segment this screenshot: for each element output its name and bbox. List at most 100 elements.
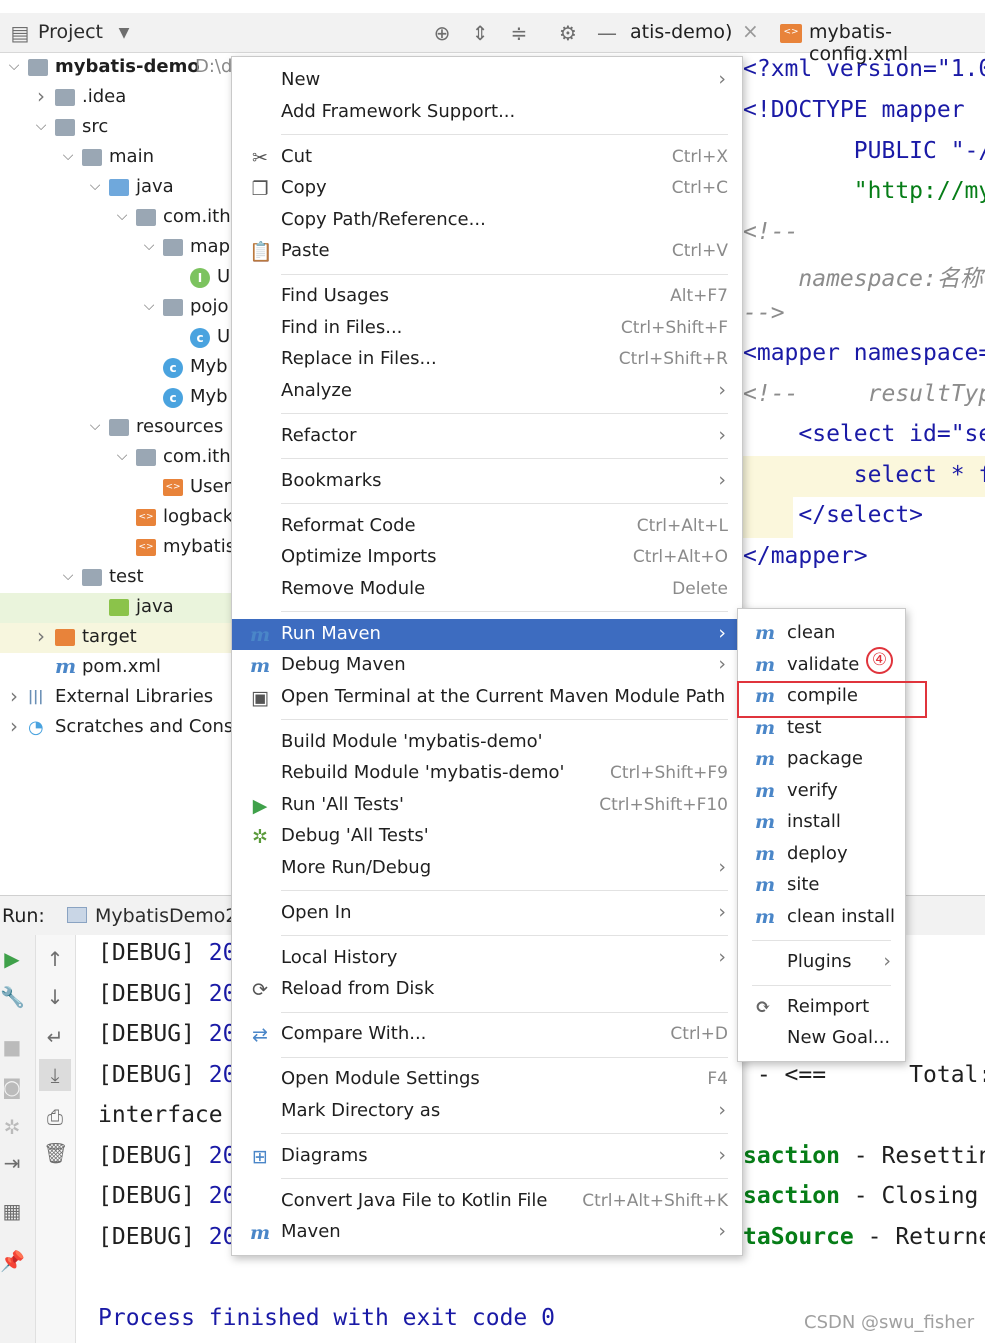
menu-item-new[interactable]: New › xyxy=(232,65,742,96)
maven-goal-verify[interactable]: m verify xyxy=(738,776,905,807)
close-icon[interactable]: × xyxy=(742,19,759,43)
arrow-down-icon[interactable]: ↓ xyxy=(43,985,67,1009)
menu-item-diagrams[interactable]: ⊞ Diagrams › xyxy=(232,1141,742,1172)
maven-goal-new-goal[interactable]: New Goal... xyxy=(738,1023,905,1054)
stop-icon[interactable]: ■ xyxy=(0,1035,24,1059)
gear-icon[interactable]: ⚙ xyxy=(556,21,580,45)
menu-item-compare-with[interactable]: ⇄ Compare With... Ctrl+D xyxy=(232,1019,742,1050)
tree-item[interactable]: ⌵ com.ithe xyxy=(0,203,232,233)
menu-item-analyze[interactable]: Analyze › xyxy=(232,376,742,407)
tree-item[interactable]: › .idea xyxy=(0,83,232,113)
menu-item-debug-all-tests[interactable]: ✲ Debug 'All Tests' xyxy=(232,821,742,852)
chevron-down-icon[interactable]: ⌵ xyxy=(87,418,103,434)
tree-item[interactable]: <> logback xyxy=(0,503,232,533)
maven-goal-package[interactable]: m package xyxy=(738,744,905,775)
menu-item-mark-directory-as[interactable]: Mark Directory as › xyxy=(232,1096,742,1127)
soft-wrap-icon[interactable]: ↵ xyxy=(43,1025,67,1049)
tree-item[interactable]: ⌵ java xyxy=(0,173,232,203)
menu-item-find-usages[interactable]: Find Usages Alt+F7 xyxy=(232,281,742,312)
tree-item[interactable]: IU xyxy=(0,263,232,293)
menu-item-refactor[interactable]: Refactor › xyxy=(232,421,742,452)
trash-icon[interactable]: 🗑 xyxy=(43,1141,68,1165)
menu-item-optimize-imports[interactable]: Optimize Imports Ctrl+Alt+O xyxy=(232,542,742,573)
tree-item[interactable]: ⌵ mybatis-demo D:\d xyxy=(0,53,232,83)
tree-item[interactable]: › target xyxy=(0,623,232,653)
maven-goal-deploy[interactable]: m deploy xyxy=(738,839,905,870)
menu-item-open-terminal-at-the-current-maven-module-path[interactable]: ▣ Open Terminal at the Current Maven Modu… xyxy=(232,682,742,713)
tree-item[interactable]: java xyxy=(0,593,232,623)
chevron-right-icon[interactable]: › xyxy=(33,84,49,108)
tree-item[interactable]: ⌵ com.ithe xyxy=(0,443,232,473)
tree-item[interactable]: c Myb xyxy=(0,353,232,383)
chevron-down-icon[interactable]: ⌵ xyxy=(114,448,130,464)
camera-icon[interactable]: ◙ xyxy=(0,1075,24,1099)
scroll-to-end-icon[interactable]: ⤓ xyxy=(39,1059,71,1091)
maven-goal-install[interactable]: m install xyxy=(738,807,905,838)
menu-item-replace-in-files[interactable]: Replace in Files... Ctrl+Shift+R xyxy=(232,344,742,375)
layout-icon[interactable]: ▦ xyxy=(0,1199,24,1223)
editor-tab-0[interactable]: atis-demo) xyxy=(630,21,732,43)
menu-item-open-module-settings[interactable]: Open Module Settings F4 xyxy=(232,1064,742,1095)
menu-item-cut[interactable]: ✂ Cut Ctrl+X xyxy=(232,142,742,173)
tree-item[interactable]: c Myb xyxy=(0,383,232,413)
run-tab[interactable]: MybatisDemo2 xyxy=(95,905,238,927)
hide-icon[interactable]: — xyxy=(595,21,619,45)
collapse-all-icon[interactable]: ≑ xyxy=(507,21,531,45)
chevron-down-icon[interactable]: ⌵ xyxy=(141,298,157,314)
menu-item-local-history[interactable]: Local History › xyxy=(232,943,742,974)
wrench-icon[interactable]: 🔧 xyxy=(0,985,25,1009)
tree-item[interactable]: <> mybatis xyxy=(0,533,232,563)
menu-item-maven[interactable]: m Maven › xyxy=(232,1217,742,1248)
expand-all-icon[interactable]: ⇕ xyxy=(468,21,492,45)
chevron-down-icon[interactable]: ⌵ xyxy=(114,208,130,224)
chevron-right-icon[interactable]: › xyxy=(6,684,22,708)
menu-item-find-in-files[interactable]: Find in Files... Ctrl+Shift+F xyxy=(232,313,742,344)
tree-item[interactable]: › ||| External Libraries xyxy=(0,683,232,713)
chevron-down-icon[interactable]: ⌵ xyxy=(141,238,157,254)
tree-item[interactable]: cU xyxy=(0,323,232,353)
tree-item[interactable]: › ◔ Scratches and Conso xyxy=(0,713,232,743)
menu-item-copy[interactable]: ❐ Copy Ctrl+C xyxy=(232,173,742,204)
menu-item-bookmarks[interactable]: Bookmarks › xyxy=(232,466,742,497)
menu-item-rebuild-module-mybatis-demo[interactable]: Rebuild Module 'mybatis-demo' Ctrl+Shift+… xyxy=(232,758,742,789)
menu-item-copy-path-reference[interactable]: Copy Path/Reference... xyxy=(232,205,742,236)
chevron-down-icon[interactable]: ⌵ xyxy=(87,178,103,194)
tree-item[interactable]: ⌵ main xyxy=(0,143,232,173)
menu-item-add-framework-support[interactable]: Add Framework Support... xyxy=(232,97,742,128)
maven-goal-clean-install[interactable]: m clean install xyxy=(738,902,905,933)
maven-goal-clean[interactable]: m clean xyxy=(738,618,905,649)
locate-icon[interactable]: ⊕ xyxy=(430,21,454,45)
menu-item-debug-maven[interactable]: m Debug Maven › xyxy=(232,650,742,681)
chevron-right-icon[interactable]: › xyxy=(33,624,49,648)
maven-goal-site[interactable]: m site xyxy=(738,870,905,901)
tree-item[interactable]: ⌵ test xyxy=(0,563,232,593)
tree-item[interactable]: ⌵ map xyxy=(0,233,232,263)
tree-item[interactable]: m pom.xml xyxy=(0,653,232,683)
menu-item-convert-java-file-to-kotlin-file[interactable]: Convert Java File to Kotlin File Ctrl+Alt… xyxy=(232,1186,742,1217)
menu-item-remove-module[interactable]: Remove Module Delete xyxy=(232,574,742,605)
chevron-right-icon[interactable]: › xyxy=(6,714,22,738)
bug-icon[interactable]: ✲ xyxy=(0,1115,24,1139)
menu-item-run-all-tests[interactable]: ▶ Run 'All Tests' Ctrl+Shift+F10 xyxy=(232,790,742,821)
maven-goal-plugins[interactable]: Plugins › xyxy=(738,947,905,978)
arrow-up-icon[interactable]: ↑ xyxy=(43,947,67,971)
menu-item-run-maven[interactable]: m Run Maven › xyxy=(232,618,742,650)
maven-goal-reimport[interactable]: ⟳ Reimport xyxy=(738,992,905,1023)
project-panel-title[interactable]: Project xyxy=(38,21,103,43)
rerun-icon[interactable]: ▶ xyxy=(0,947,24,971)
chevron-down-icon[interactable]: ⌵ xyxy=(33,118,49,134)
tree-item[interactable]: ⌵ pojo xyxy=(0,293,232,323)
tree-item[interactable]: <> User xyxy=(0,473,232,503)
menu-item-build-module-mybatis-demo[interactable]: Build Module 'mybatis-demo' xyxy=(232,727,742,758)
chevron-down-icon[interactable]: ▼ xyxy=(112,21,136,45)
menu-item-reformat-code[interactable]: Reformat Code Ctrl+Alt+L xyxy=(232,511,742,542)
chevron-down-icon[interactable]: ⌵ xyxy=(60,148,76,164)
pin-icon[interactable]: 📌 xyxy=(0,1249,25,1273)
menu-item-open-in[interactable]: Open In › xyxy=(232,898,742,929)
print-icon[interactable]: ⎙ xyxy=(43,1105,67,1129)
menu-item-paste[interactable]: 📋 Paste Ctrl+V xyxy=(232,236,742,267)
chevron-down-icon[interactable]: ⌵ xyxy=(6,58,22,74)
tree-item[interactable]: ⌵ src xyxy=(0,113,232,143)
menu-item-reload-from-disk[interactable]: ⟳ Reload from Disk xyxy=(232,974,742,1005)
menu-item-more-run-debug[interactable]: More Run/Debug › xyxy=(232,853,742,884)
